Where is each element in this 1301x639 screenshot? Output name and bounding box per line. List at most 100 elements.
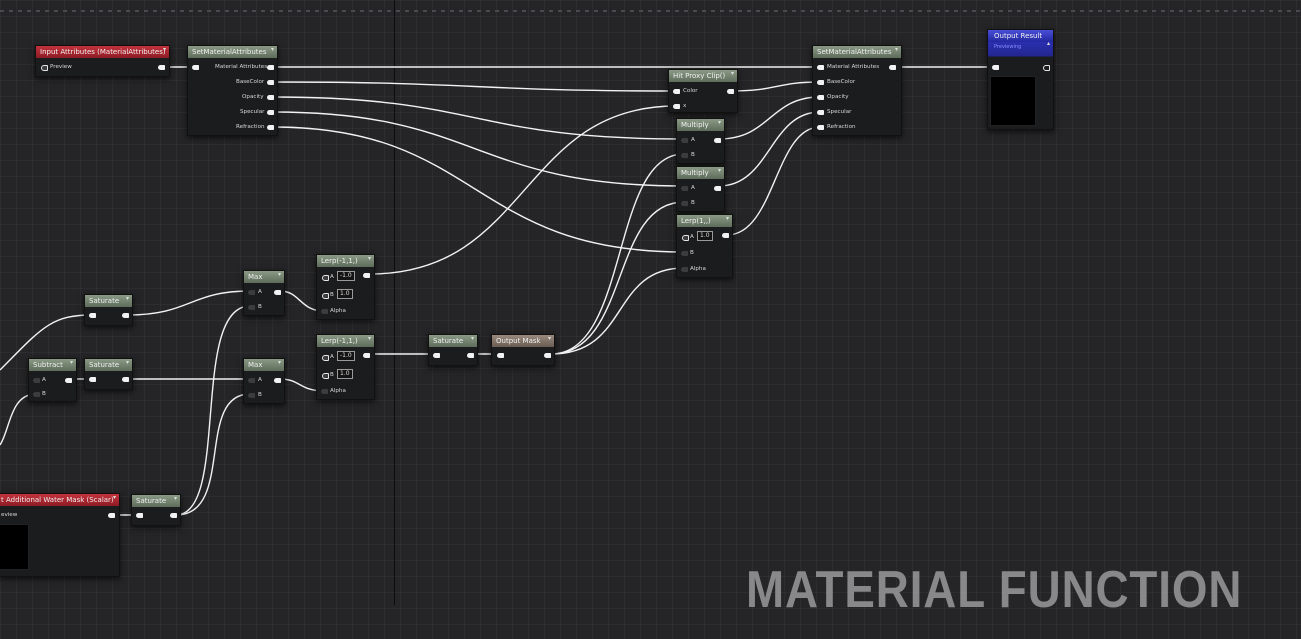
pin-preview-output[interactable]	[158, 65, 165, 70]
pin-input[interactable]	[497, 353, 504, 358]
pin-a[interactable]	[33, 378, 40, 383]
node-saturate-top[interactable]: Saturate ▾	[84, 294, 133, 326]
pin-input[interactable]	[433, 353, 440, 358]
chevron-down-icon[interactable]: ▾	[731, 70, 734, 77]
node-additional-water-mask[interactable]: t Additional Water Mask (Scalar) ▾ eview	[0, 493, 120, 577]
pin-alpha[interactable]	[321, 389, 328, 394]
node-set-material-attributes-1[interactable]: SetMaterialAttributes ▾ Material Attribu…	[187, 45, 278, 136]
pin-a[interactable]	[322, 275, 329, 281]
node-saturate-bottom[interactable]: Saturate ▾	[131, 494, 181, 526]
chevron-down-icon[interactable]: ▾	[368, 255, 371, 262]
chevron-down-icon[interactable]: ▾	[278, 271, 281, 278]
pin-a[interactable]	[682, 235, 689, 241]
chevron-down-icon[interactable]: ▾	[368, 335, 371, 342]
chevron-down-icon[interactable]: ▾	[174, 495, 177, 502]
pin-output[interactable]	[108, 513, 115, 518]
pin-opacity-in[interactable]	[817, 95, 824, 100]
pin-output[interactable]	[727, 89, 734, 94]
pin-output[interactable]	[889, 65, 896, 70]
pin-input[interactable]	[89, 313, 96, 318]
pin-output[interactable]	[274, 378, 281, 383]
pin-output[interactable]	[170, 513, 177, 518]
node-saturate-mid[interactable]: Saturate ▾	[84, 358, 133, 390]
pin-refraction-in[interactable]	[817, 125, 824, 130]
pin-specular-in[interactable]	[817, 110, 824, 115]
node-lerp-bottom[interactable]: Lerp(-1,1,) ▾ A -1.0 B 1.0 Alpha	[316, 334, 375, 400]
node-max-bottom[interactable]: Max ▾ A B	[243, 358, 285, 404]
node-output-result[interactable]: Output Result ▴ Previewing	[987, 29, 1054, 130]
pin-output[interactable]	[544, 353, 551, 358]
node-set-material-attributes-2[interactable]: SetMaterialAttributes ▾ Material Attribu…	[812, 45, 902, 136]
value-field-b[interactable]: 1.0	[337, 289, 353, 299]
pin-a[interactable]	[681, 186, 688, 191]
chevron-down-icon[interactable]: ▾	[726, 215, 729, 222]
value-field-b[interactable]: 1.0	[337, 369, 353, 379]
pin-alpha[interactable]	[321, 309, 328, 314]
pin-preview-input[interactable]	[41, 65, 48, 71]
pin-output[interactable]	[714, 138, 721, 143]
chevron-down-icon[interactable]: ▾	[718, 119, 721, 126]
pin-output[interactable]	[363, 353, 370, 358]
pin-output[interactable]	[722, 233, 729, 238]
chevron-down-icon[interactable]: ▾	[70, 359, 73, 366]
pin-color-in[interactable]	[673, 89, 680, 94]
chevron-down-icon[interactable]: ▾	[278, 359, 281, 366]
pin-output[interactable]	[122, 377, 129, 382]
node-output-mask[interactable]: Output Mask ▾	[491, 334, 555, 366]
node-multiply-2[interactable]: Multiply ▾ A B	[676, 166, 725, 212]
pin-b[interactable]	[33, 392, 40, 397]
chevron-down-icon[interactable]: ▾	[126, 359, 129, 366]
value-field-a[interactable]: -1.0	[337, 351, 355, 361]
pin-input[interactable]	[136, 513, 143, 518]
node-max-top[interactable]: Max ▾ A B	[243, 270, 285, 316]
node-input-attributes[interactable]: Input Attributes (MaterialAttributes) ▾ …	[35, 45, 170, 77]
chevron-down-icon[interactable]: ▾	[548, 335, 551, 342]
pin-alpha[interactable]	[681, 267, 688, 272]
pin-output[interactable]	[714, 186, 721, 191]
pin-refraction-out[interactable]	[267, 125, 274, 130]
pin-material-attributes-in[interactable]	[817, 65, 824, 70]
pin-b[interactable]	[322, 373, 329, 379]
pin-input[interactable]	[89, 377, 96, 382]
pin-basecolor-in[interactable]	[817, 80, 824, 85]
pin-b[interactable]	[681, 201, 688, 206]
pin-output[interactable]	[467, 353, 474, 358]
node-multiply-1[interactable]: Multiply ▾ A B	[676, 118, 725, 164]
pin-output[interactable]	[1043, 65, 1050, 71]
pin-b[interactable]	[681, 153, 688, 158]
chevron-down-icon[interactable]: ▾	[163, 46, 166, 53]
pin-b[interactable]	[248, 305, 255, 310]
pin-b[interactable]	[322, 293, 329, 299]
chevron-down-icon[interactable]: ▾	[471, 335, 474, 342]
pin-x-in[interactable]	[673, 104, 680, 109]
node-subtract[interactable]: Subtract ▾ A B	[28, 358, 77, 402]
node-saturate-center[interactable]: Saturate ▾	[428, 334, 478, 366]
chevron-up-icon[interactable]: ▴	[1047, 40, 1050, 47]
node-lerp-right[interactable]: Lerp(1,,) ▾ A 1.0 B Alpha	[676, 214, 733, 278]
chevron-down-icon[interactable]: ▾	[113, 494, 116, 501]
value-field-a[interactable]: -1.0	[337, 271, 355, 281]
pin-a[interactable]	[248, 290, 255, 295]
node-hit-proxy-clip[interactable]: Hit Proxy Clip() ▾ Color x	[668, 69, 738, 113]
pin-b[interactable]	[681, 251, 688, 256]
material-graph-canvas[interactable]: Input Attributes (MaterialAttributes) ▾ …	[0, 0, 1301, 639]
pin-a[interactable]	[322, 355, 329, 361]
pin-b[interactable]	[248, 393, 255, 398]
pin-material-attributes-out[interactable]	[267, 65, 274, 70]
chevron-down-icon[interactable]: ▾	[271, 46, 274, 53]
pin-basecolor-out[interactable]	[267, 80, 274, 85]
pin-a[interactable]	[248, 378, 255, 383]
pin-material-attributes-in[interactable]	[192, 65, 199, 70]
pin-output[interactable]	[65, 378, 72, 383]
pin-specular-out[interactable]	[267, 110, 274, 115]
chevron-down-icon[interactable]: ▾	[718, 167, 721, 174]
pin-output[interactable]	[363, 273, 370, 278]
pin-output[interactable]	[122, 313, 129, 318]
chevron-down-icon[interactable]: ▾	[895, 46, 898, 53]
value-field-a[interactable]: 1.0	[697, 231, 713, 241]
pin-input[interactable]	[992, 65, 999, 70]
chevron-down-icon[interactable]: ▾	[126, 295, 129, 302]
pin-output[interactable]	[274, 290, 281, 295]
pin-a[interactable]	[681, 138, 688, 143]
pin-opacity-out[interactable]	[267, 95, 274, 100]
